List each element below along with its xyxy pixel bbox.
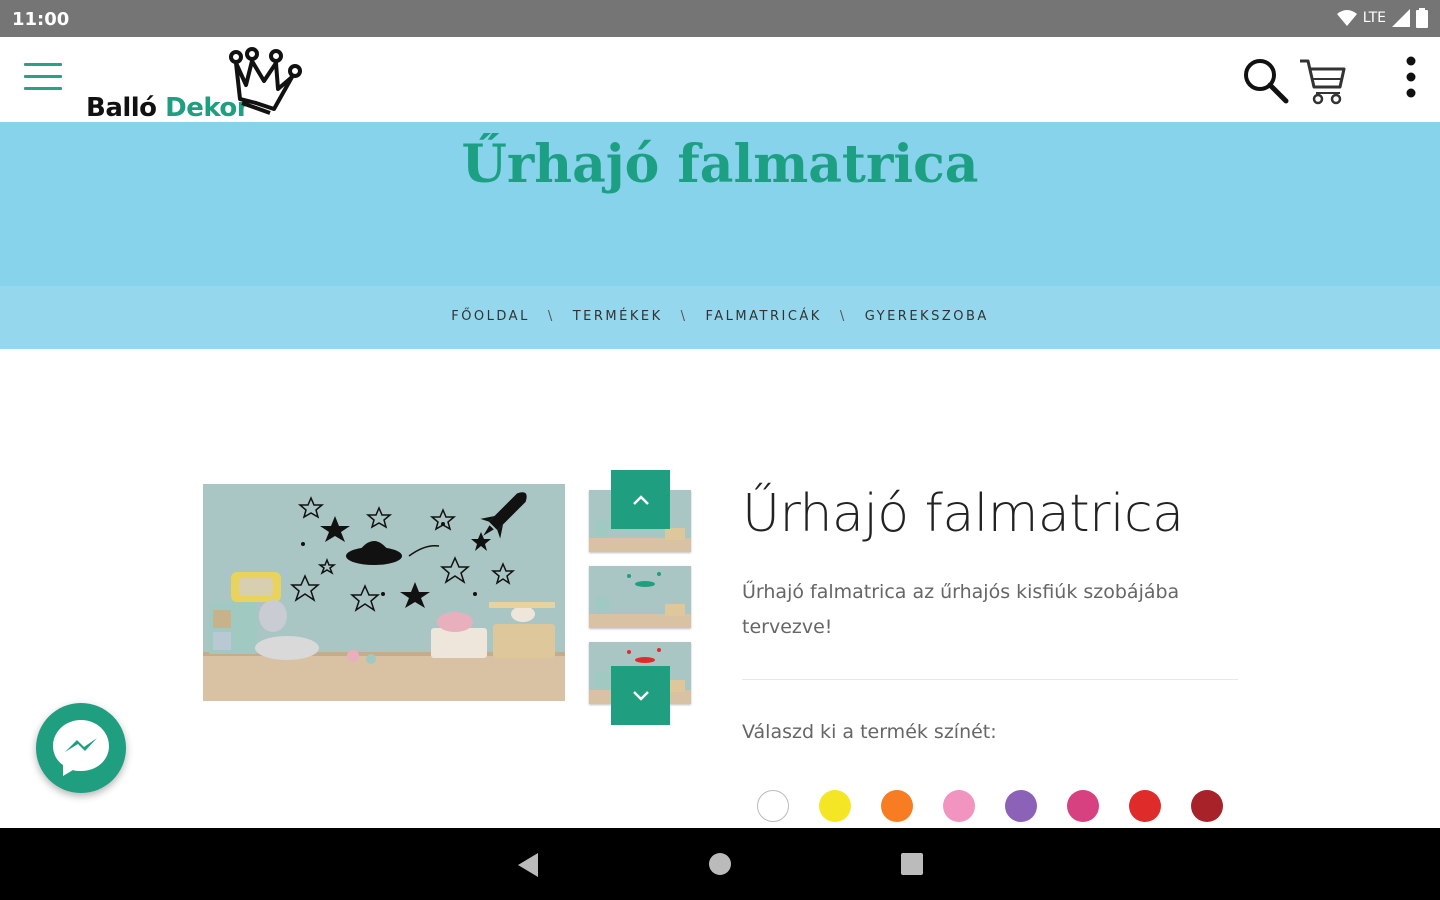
- breadcrumb-wall-stickers[interactable]: FALMATRICÁK: [706, 309, 822, 324]
- page-title: Űrhajó falmatrica: [461, 134, 979, 195]
- color-swatch-white[interactable]: [757, 790, 789, 822]
- recents-icon[interactable]: [900, 852, 924, 876]
- product-title: Űrhajó falmatrica: [742, 484, 1184, 544]
- app-header: Balló Dekor: [0, 37, 1440, 123]
- chevron-down-icon: [632, 690, 649, 701]
- divider: [742, 679, 1238, 680]
- breadcrumb-products[interactable]: TERMÉKEK: [573, 309, 663, 324]
- signal-icon: [1392, 9, 1410, 27]
- thumbnail-image: [589, 566, 691, 628]
- system-navigation-bar: [0, 828, 1440, 900]
- status-bar: 11:00 LTE: [0, 0, 1440, 37]
- color-swatch-orange[interactable]: [881, 790, 913, 822]
- logo-part1: Balló: [86, 93, 166, 123]
- product-main-image[interactable]: [203, 484, 565, 701]
- cart-icon[interactable]: [1296, 55, 1348, 105]
- home-icon[interactable]: [708, 852, 732, 876]
- color-select-label: Válaszd ki a termék színét:: [742, 721, 997, 743]
- more-vert-icon[interactable]: [1396, 55, 1426, 105]
- color-swatch-magenta[interactable]: [1067, 790, 1099, 822]
- battery-icon: [1416, 8, 1428, 28]
- wifi-icon: [1336, 10, 1357, 26]
- color-swatch-dark-red[interactable]: [1191, 790, 1223, 822]
- hamburger-line: [24, 63, 62, 66]
- thumbnail-2[interactable]: [589, 566, 691, 628]
- breadcrumb-home[interactable]: FŐOLDAL: [451, 309, 530, 324]
- hamburger-line: [24, 87, 62, 90]
- color-swatch-red[interactable]: [1129, 790, 1161, 822]
- color-swatch-purple[interactable]: [1005, 790, 1037, 822]
- hamburger-menu-button[interactable]: [24, 63, 62, 95]
- network-type: LTE: [1362, 10, 1386, 26]
- thumbnail-scroll-up-button[interactable]: [611, 470, 670, 529]
- breadcrumb: FŐOLDAL \ TERMÉKEK \ FALMATRICÁK \ GYEREKSZOBA: [0, 309, 1440, 324]
- messenger-chat-button[interactable]: [36, 703, 126, 793]
- status-time: 11:00: [12, 9, 70, 30]
- color-swatch-yellow[interactable]: [819, 790, 851, 822]
- breadcrumb-separator: \: [547, 309, 555, 324]
- thumbnail-scroll-down-button[interactable]: [611, 666, 670, 725]
- breadcrumb-separator: \: [839, 309, 847, 324]
- breadcrumb-bar: FŐOLDAL \ TERMÉKEK \ FALMATRICÁK \ GYEREKSZOBA: [0, 286, 1440, 349]
- product-description: Űrhajó falmatrica az űrhajós kisfiúk szo…: [742, 581, 1180, 638]
- breadcrumb-separator: \: [680, 309, 688, 324]
- product-photo: [203, 484, 565, 701]
- color-swatches: [757, 790, 1223, 822]
- search-icon[interactable]: [1240, 55, 1290, 105]
- chevron-up-icon: [632, 494, 649, 505]
- site-logo[interactable]: Balló Dekor: [86, 43, 302, 123]
- color-swatch-pink[interactable]: [943, 790, 975, 822]
- breadcrumb-kids-room[interactable]: GYEREKSZOBA: [865, 309, 989, 324]
- hamburger-line: [24, 75, 62, 78]
- messenger-icon: [53, 720, 109, 776]
- crown-icon: [229, 47, 302, 115]
- status-icons: LTE: [1336, 8, 1428, 28]
- hero-banner: Űrhajó falmatrica: [0, 122, 1440, 286]
- back-icon[interactable]: [516, 852, 540, 878]
